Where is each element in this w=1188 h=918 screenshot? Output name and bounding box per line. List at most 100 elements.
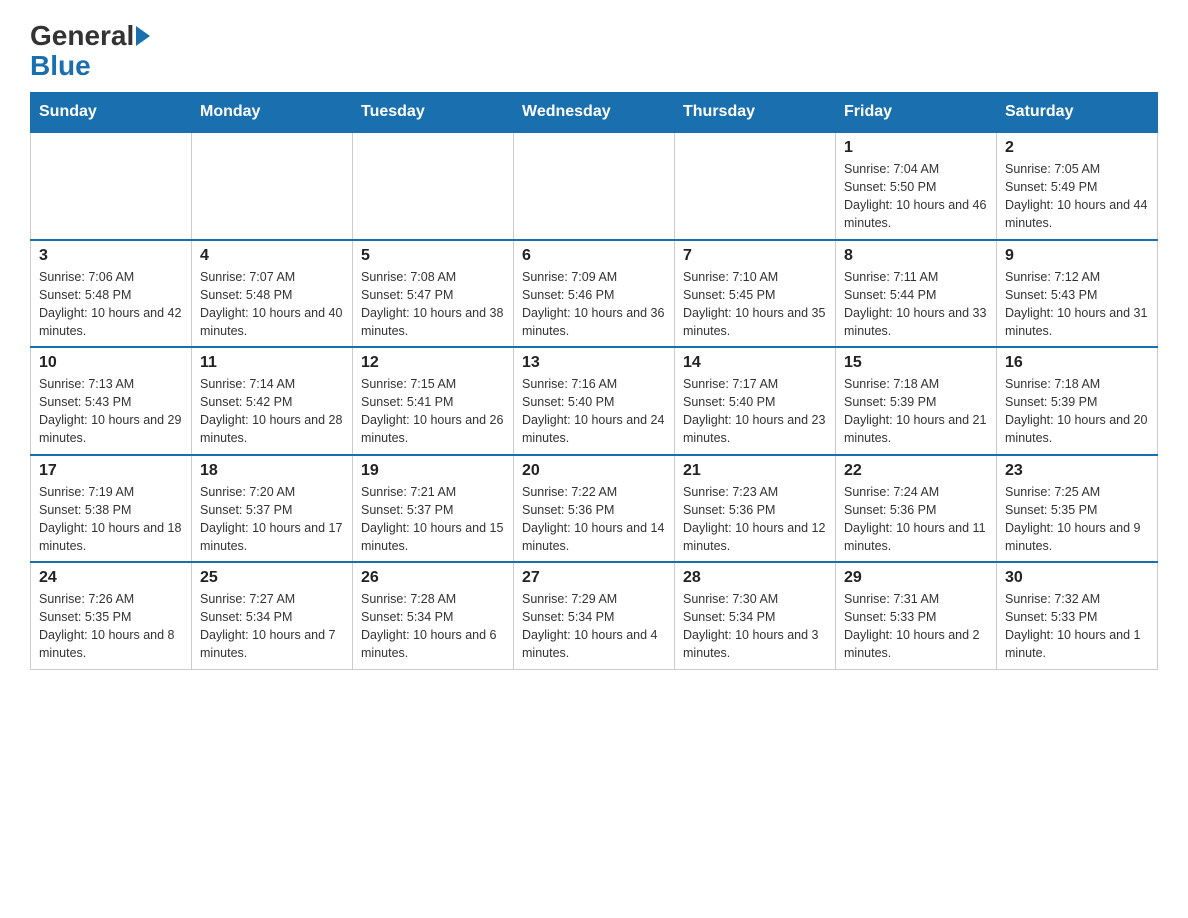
day-number: 26 (361, 569, 505, 587)
day-info: Sunrise: 7:04 AMSunset: 5:50 PMDaylight:… (844, 160, 988, 233)
page-header: General Blue (30, 20, 1158, 82)
day-info: Sunrise: 7:19 AMSunset: 5:38 PMDaylight:… (39, 483, 183, 556)
day-info: Sunrise: 7:08 AMSunset: 5:47 PMDaylight:… (361, 268, 505, 341)
calendar-cell: 14Sunrise: 7:17 AMSunset: 5:40 PMDayligh… (675, 347, 836, 455)
day-number: 19 (361, 462, 505, 480)
day-number: 10 (39, 354, 183, 372)
logo: General Blue (30, 20, 150, 82)
day-number: 7 (683, 247, 827, 265)
calendar-cell: 19 Sunrise: 7:21 AMSunset: 5:37 PMDayligh… (353, 455, 514, 563)
day-info: Sunrise: 7:10 AMSunset: 5:45 PMDaylight:… (683, 268, 827, 341)
calendar-week-row: 24 Sunrise: 7:26 AMSunset: 5:35 PMDayligh… (31, 562, 1158, 669)
calendar-cell: 25 Sunrise: 7:27 AMSunset: 5:34 PMDayligh… (192, 562, 353, 669)
day-number: 21 (683, 462, 827, 480)
weekday-header-thursday: Thursday (675, 93, 836, 133)
day-info: Sunrise: 7:18 AMSunset: 5:39 PMDaylight:… (1005, 375, 1149, 448)
day-info: Sunrise: 7:27 AMSunset: 5:34 PMDaylight:… (200, 590, 344, 663)
day-number: 18 (200, 462, 344, 480)
calendar-cell (514, 132, 675, 240)
calendar-cell: 6 Sunrise: 7:09 AMSunset: 5:46 PMDaylight… (514, 240, 675, 348)
calendar-cell: 2 Sunrise: 7:05 AMSunset: 5:49 PMDaylight… (997, 132, 1158, 240)
calendar-cell (31, 132, 192, 240)
day-info: Sunrise: 7:09 AMSunset: 5:46 PMDaylight:… (522, 268, 666, 341)
day-number: 17 (39, 462, 183, 480)
calendar-week-row: 17 Sunrise: 7:19 AMSunset: 5:38 PMDayligh… (31, 455, 1158, 563)
day-number: 12 (361, 354, 505, 372)
day-info: Sunrise: 7:11 AMSunset: 5:44 PMDaylight:… (844, 268, 988, 341)
calendar-cell: 18 Sunrise: 7:20 AMSunset: 5:37 PMDayligh… (192, 455, 353, 563)
weekday-header-monday: Monday (192, 93, 353, 133)
logo-arrow-icon (136, 26, 150, 46)
day-number: 1 (844, 139, 988, 157)
day-number: 29 (844, 569, 988, 587)
calendar-cell: 13 Sunrise: 7:16 AMSunset: 5:40 PMDayligh… (514, 347, 675, 455)
day-info: Sunrise: 7:13 AMSunset: 5:43 PMDaylight:… (39, 375, 183, 448)
calendar-cell (353, 132, 514, 240)
calendar-cell: 29Sunrise: 7:31 AMSunset: 5:33 PMDayligh… (836, 562, 997, 669)
calendar-week-row: 1 Sunrise: 7:04 AMSunset: 5:50 PMDaylight… (31, 132, 1158, 240)
day-info: Sunrise: 7:18 AMSunset: 5:39 PMDaylight:… (844, 375, 988, 448)
day-info: Sunrise: 7:22 AMSunset: 5:36 PMDaylight:… (522, 483, 666, 556)
calendar-cell (675, 132, 836, 240)
day-number: 22 (844, 462, 988, 480)
day-number: 24 (39, 569, 183, 587)
day-info: Sunrise: 7:21 AMSunset: 5:37 PMDaylight:… (361, 483, 505, 556)
day-number: 13 (522, 354, 666, 372)
day-info: Sunrise: 7:20 AMSunset: 5:37 PMDaylight:… (200, 483, 344, 556)
calendar-cell: 22 Sunrise: 7:24 AMSunset: 5:36 PMDayligh… (836, 455, 997, 563)
day-info: Sunrise: 7:24 AMSunset: 5:36 PMDaylight:… (844, 483, 988, 556)
day-info: Sunrise: 7:26 AMSunset: 5:35 PMDaylight:… (39, 590, 183, 663)
day-number: 14 (683, 354, 827, 372)
day-number: 23 (1005, 462, 1149, 480)
calendar-cell: 28Sunrise: 7:30 AMSunset: 5:34 PMDayligh… (675, 562, 836, 669)
calendar-week-row: 3 Sunrise: 7:06 AMSunset: 5:48 PMDaylight… (31, 240, 1158, 348)
calendar-cell: 7 Sunrise: 7:10 AMSunset: 5:45 PMDaylight… (675, 240, 836, 348)
day-number: 4 (200, 247, 344, 265)
calendar-cell: 12 Sunrise: 7:15 AMSunset: 5:41 PMDayligh… (353, 347, 514, 455)
logo-blue-text: Blue (30, 50, 91, 82)
day-number: 5 (361, 247, 505, 265)
calendar-cell: 15 Sunrise: 7:18 AMSunset: 5:39 PMDayligh… (836, 347, 997, 455)
day-info: Sunrise: 7:15 AMSunset: 5:41 PMDaylight:… (361, 375, 505, 448)
calendar-cell: 1 Sunrise: 7:04 AMSunset: 5:50 PMDaylight… (836, 132, 997, 240)
day-info: Sunrise: 7:16 AMSunset: 5:40 PMDaylight:… (522, 375, 666, 448)
calendar-cell: 26Sunrise: 7:28 AMSunset: 5:34 PMDayligh… (353, 562, 514, 669)
calendar-cell: 11 Sunrise: 7:14 AMSunset: 5:42 PMDayligh… (192, 347, 353, 455)
day-info: Sunrise: 7:30 AMSunset: 5:34 PMDaylight:… (683, 590, 827, 663)
weekday-header-wednesday: Wednesday (514, 93, 675, 133)
day-number: 27 (522, 569, 666, 587)
logo-blue-part (134, 26, 150, 46)
day-number: 2 (1005, 139, 1149, 157)
day-number: 3 (39, 247, 183, 265)
day-info: Sunrise: 7:07 AMSunset: 5:48 PMDaylight:… (200, 268, 344, 341)
weekday-header-row: SundayMondayTuesdayWednesdayThursdayFrid… (31, 93, 1158, 133)
day-info: Sunrise: 7:23 AMSunset: 5:36 PMDaylight:… (683, 483, 827, 556)
day-number: 16 (1005, 354, 1149, 372)
calendar-cell: 10 Sunrise: 7:13 AMSunset: 5:43 PMDayligh… (31, 347, 192, 455)
day-info: Sunrise: 7:25 AMSunset: 5:35 PMDaylight:… (1005, 483, 1149, 556)
day-number: 8 (844, 247, 988, 265)
calendar-week-row: 10 Sunrise: 7:13 AMSunset: 5:43 PMDayligh… (31, 347, 1158, 455)
day-info: Sunrise: 7:14 AMSunset: 5:42 PMDaylight:… (200, 375, 344, 448)
day-info: Sunrise: 7:06 AMSunset: 5:48 PMDaylight:… (39, 268, 183, 341)
day-number: 20 (522, 462, 666, 480)
calendar-cell: 23 Sunrise: 7:25 AMSunset: 5:35 PMDayligh… (997, 455, 1158, 563)
day-number: 9 (1005, 247, 1149, 265)
day-info: Sunrise: 7:12 AMSunset: 5:43 PMDaylight:… (1005, 268, 1149, 341)
day-number: 25 (200, 569, 344, 587)
calendar-cell: 27Sunrise: 7:29 AMSunset: 5:34 PMDayligh… (514, 562, 675, 669)
calendar-cell: 24 Sunrise: 7:26 AMSunset: 5:35 PMDayligh… (31, 562, 192, 669)
weekday-header-saturday: Saturday (997, 93, 1158, 133)
calendar-cell: 20 Sunrise: 7:22 AMSunset: 5:36 PMDayligh… (514, 455, 675, 563)
weekday-header-friday: Friday (836, 93, 997, 133)
day-number: 15 (844, 354, 988, 372)
weekday-header-tuesday: Tuesday (353, 93, 514, 133)
calendar-cell: 5 Sunrise: 7:08 AMSunset: 5:47 PMDaylight… (353, 240, 514, 348)
day-info: Sunrise: 7:05 AMSunset: 5:49 PMDaylight:… (1005, 160, 1149, 233)
logo-general-text: General (30, 20, 134, 52)
calendar-cell: 21 Sunrise: 7:23 AMSunset: 5:36 PMDayligh… (675, 455, 836, 563)
day-number: 30 (1005, 569, 1149, 587)
day-number: 11 (200, 354, 344, 372)
calendar-cell: 4 Sunrise: 7:07 AMSunset: 5:48 PMDaylight… (192, 240, 353, 348)
day-number: 6 (522, 247, 666, 265)
